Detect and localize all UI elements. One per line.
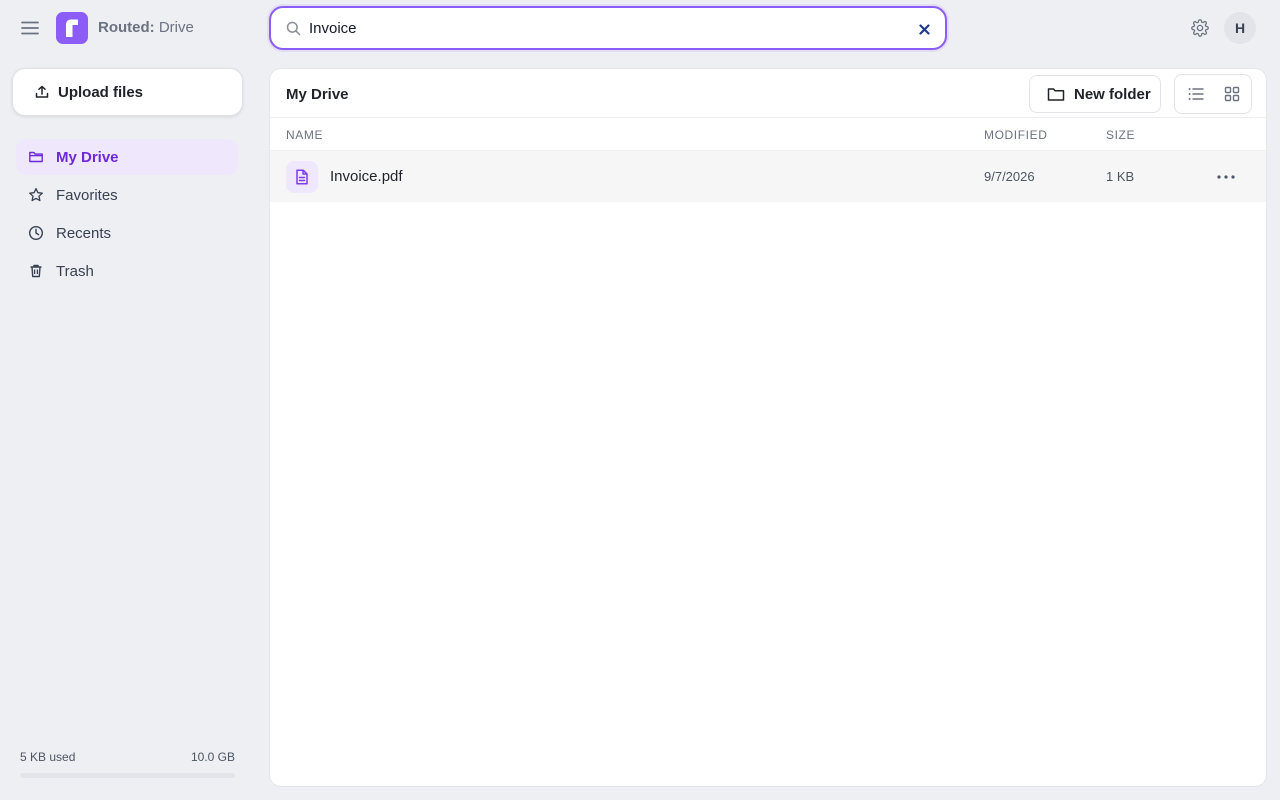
file-modified-date: 9/7/2026 [984,169,1035,184]
file-size: 1 KB [1106,169,1135,184]
brand-product: Drive [154,19,194,36]
storage-used-text: 5 KB used [20,750,76,764]
table-header: NAME MODIFIED SIZE [270,117,1266,151]
app-logo[interactable] [56,12,88,44]
search-input[interactable] [309,17,899,39]
upload-files-label: Upload files [58,83,144,101]
app-brand: Routed: Drive [98,19,194,37]
search-bar[interactable] [269,6,947,50]
upload-files-button[interactable]: Upload files [12,68,243,116]
storage-total-text: 10.0 GB [190,750,235,764]
folder-icon [1047,86,1065,102]
sidebar-item-label: My Drive [56,148,119,166]
search-icon [286,21,301,36]
star-icon [28,187,44,203]
column-header-modified[interactable]: MODIFIED [984,128,1047,142]
menu-button[interactable] [18,16,42,40]
gear-icon [1191,19,1209,37]
list-view-button[interactable] [1178,76,1214,112]
more-horizontal-icon [1217,175,1235,179]
sidebar-item-label: Favorites [56,186,118,204]
grid-view-icon [1224,86,1240,102]
hamburger-menu-icon [21,21,39,35]
page-title: My Drive [286,86,349,103]
file-more-options-button[interactable] [1212,165,1240,189]
storage-usage: 5 KB used 10.0 GB [20,750,235,778]
column-header-size[interactable]: SIZE [1106,128,1135,142]
file-panel: My Drive New folder NAME MODIFIED SIZE I… [269,68,1267,787]
sidebar-item-label: Trash [56,262,94,280]
brand-name: Routed: [98,19,155,36]
clear-search-button[interactable] [915,20,933,38]
sidebar-item-trash[interactable]: Trash [16,253,238,289]
new-folder-label: New folder [1074,85,1151,103]
logo-letter-r-icon [66,19,78,37]
sidebar-item-label: Recents [56,224,112,242]
file-document-icon [286,161,318,193]
list-view-icon [1188,88,1204,100]
new-folder-button[interactable]: New folder [1029,75,1161,113]
sidebar-item-my-drive[interactable]: My Drive [16,139,238,175]
close-icon [918,23,930,35]
clock-icon [28,225,44,241]
grid-view-button[interactable] [1214,76,1250,112]
storage-bar [20,773,235,778]
table-row[interactable]: Invoice.pdf 9/7/2026 1 KB [270,151,1266,202]
file-name: Invoice.pdf [330,168,403,185]
view-toggle [1174,74,1252,114]
column-header-name[interactable]: NAME [286,128,323,142]
user-avatar[interactable]: H [1224,12,1256,44]
upload-icon [35,85,49,99]
sidebar-item-recents[interactable]: Recents [16,215,238,251]
settings-button[interactable] [1188,16,1212,40]
sidebar-item-favorites[interactable]: Favorites [16,177,238,213]
folder-icon [28,149,44,165]
trash-icon [28,263,44,279]
sidebar-nav: My Drive Favorites Recents Trash [16,139,238,291]
